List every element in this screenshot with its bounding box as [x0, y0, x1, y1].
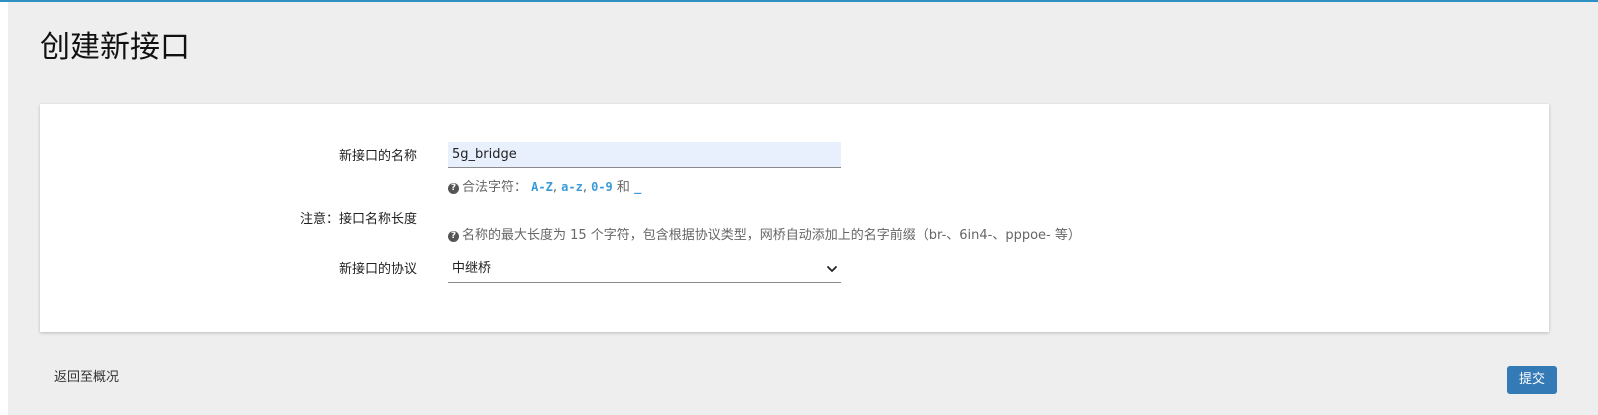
submit-button[interactable]: 提交: [1507, 366, 1557, 394]
hint-digit-range: 0-9: [591, 180, 613, 194]
protocol-select-value: 中继桥: [452, 261, 492, 276]
question-circle-icon: ?: [448, 183, 459, 194]
name-length-note-label: 注意：接口名称长度: [299, 212, 417, 227]
name-length-note-text: 名称的最大长度为 15 个字符，包含根据协议类型，网桥自动添加上的名字前缀（br…: [462, 228, 1081, 243]
page-container: 创建新接口 新接口的名称 ?合法字符： A-Z, a-z, 0-9 和 _ 注意…: [8, 2, 1598, 415]
hint-lower-range: a-z: [561, 180, 583, 194]
back-to-overview-button[interactable]: 返回至概况: [46, 364, 128, 392]
hint-separator: ,: [552, 180, 557, 195]
interface-name-label: 新接口的名称: [338, 149, 417, 164]
hint-and: 和: [616, 180, 630, 195]
hint-upper-range: A-Z: [531, 180, 553, 194]
name-length-note-hint: ? 名称的最大长度为 15 个字符，包含根据协议类型，网桥自动添加上的名字前缀（b…: [448, 228, 1081, 244]
form-panel: 新接口的名称 ?合法字符： A-Z, a-z, 0-9 和 _ 注意：接口名称长…: [40, 104, 1549, 332]
interface-name-hint: ? 合法字符： A-Z, a-z, 0-9 和 _: [448, 179, 641, 196]
question-circle-icon: ?: [448, 231, 459, 242]
chevron-down-icon: [827, 266, 837, 272]
hint-separator: ,: [582, 180, 587, 195]
protocol-select[interactable]: 中继桥: [448, 256, 841, 283]
protocol-label: 新接口的协议: [338, 262, 417, 277]
interface-name-input[interactable]: [448, 142, 841, 168]
page-title: 创建新接口: [40, 30, 190, 65]
hint-prefix: 合法字符：: [462, 180, 528, 195]
hint-underscore: _: [634, 180, 642, 194]
